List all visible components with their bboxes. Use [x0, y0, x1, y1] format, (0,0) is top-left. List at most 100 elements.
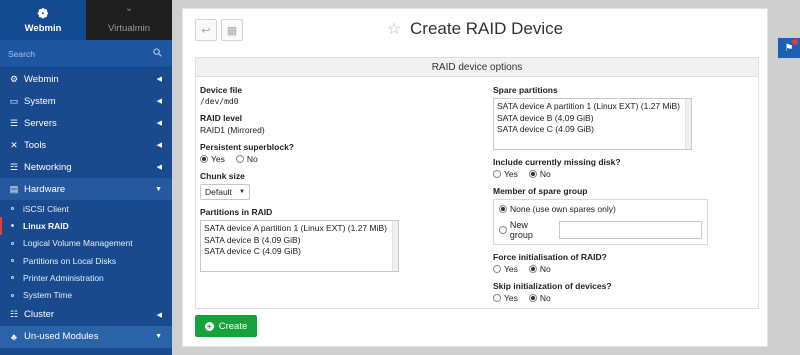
partition-option[interactable]: SATA device C (4.09 GiB)	[204, 246, 395, 258]
skip-init-label: Skip initialization of devices?	[493, 281, 612, 291]
puzzle-icon: ♣	[11, 331, 17, 342]
submenu-item-label: Logical Volume Management	[23, 238, 133, 249]
chevron-left-icon: ◀	[156, 76, 162, 83]
chevron-left-icon: ◀	[156, 98, 162, 105]
caret-down-icon: ▼	[239, 189, 245, 195]
sidebar-item-webmin[interactable]: ⚙ Webmin ◀	[0, 68, 172, 90]
skip-yes-label: Yes	[504, 293, 518, 303]
cluster-icon: ☷	[9, 309, 19, 320]
listbox-scrollbar[interactable]	[685, 99, 691, 149]
bullet-icon	[11, 293, 14, 297]
group-new-label: New group	[509, 220, 533, 240]
sidebar: ❁ Webmin ˇ Virtualmin Search ⚙ Webmin ◀ …	[0, 0, 172, 355]
device-file-value: /dev/md0	[200, 97, 239, 106]
form-left-column: Device file /dev/md0 RAID level RAID1 (M…	[200, 85, 490, 279]
submenu-item-system-time[interactable]: System Time	[0, 286, 172, 303]
search-input[interactable]: Search	[8, 49, 35, 59]
spare-option[interactable]: SATA device B (4.09 GiB)	[497, 113, 688, 125]
virtualmin-tab[interactable]: ˇ Virtualmin	[86, 0, 172, 40]
partitions-field: Partitions in RAID SATA device A partiti…	[200, 207, 490, 272]
spare-option[interactable]: SATA device A partition 1 (Linux EXT) (1…	[497, 101, 688, 113]
sidebar-item-system[interactable]: ▭ System ◀	[0, 90, 172, 112]
spare-partitions-field: Spare partitions SATA device A partition…	[493, 85, 753, 150]
search-icon[interactable]	[153, 48, 162, 59]
device-file-field: Device file /dev/md0	[200, 85, 490, 106]
submenu-item-label: iSCSI Client	[23, 203, 69, 214]
sidebar-item-unused-modules[interactable]: ♣ Un-used Modules ▼	[0, 325, 172, 348]
page-title-text: Create RAID Device	[410, 19, 564, 38]
spare-group-box: None (use own spares only) New group	[493, 199, 708, 245]
submenu-item-printer-admin[interactable]: Printer Administration	[0, 269, 172, 286]
sidebar-item-label: Webmin	[24, 73, 59, 85]
notifications-button[interactable]: ⚑	[778, 38, 800, 58]
missing-yes-radio[interactable]	[493, 170, 501, 178]
group-none-radio[interactable]	[499, 205, 507, 213]
spare-partitions-listbox[interactable]: SATA device A partition 1 (Linux EXT) (1…	[493, 98, 692, 150]
superblock-radio-group: Yes No	[200, 154, 490, 164]
sidebar-item-label: Servers	[24, 117, 57, 129]
main-area: ↩ ▦ ☆ Create RAID Device RAID device opt…	[172, 0, 800, 355]
partition-option[interactable]: SATA device A partition 1 (Linux EXT) (1…	[204, 223, 395, 235]
chevron-down-icon: ▼	[155, 185, 162, 193]
partitions-listbox[interactable]: SATA device A partition 1 (Linux EXT) (1…	[200, 220, 399, 272]
missing-no-radio[interactable]	[528, 170, 537, 178]
sidebar-item-label: Tools	[24, 139, 47, 151]
raid-level-label: RAID level	[200, 113, 243, 123]
submenu-item-partitions[interactable]: Partitions on Local Disks	[0, 252, 172, 269]
submenu-item-linux-raid[interactable]: Linux RAID	[0, 217, 172, 235]
spare-option[interactable]: SATA device C (4.09 GiB)	[497, 124, 688, 136]
submenu-item-lvm[interactable]: Logical Volume Management	[0, 235, 172, 252]
missing-disk-radio-group: Yes No	[493, 169, 753, 179]
form-section-title: RAID device options	[196, 58, 758, 77]
force-yes-radio[interactable]	[493, 265, 501, 273]
webmin-tab[interactable]: ❁ Webmin	[0, 0, 86, 40]
missing-disk-label: Include currently missing disk?	[493, 157, 621, 167]
skip-yes-radio[interactable]	[493, 294, 501, 302]
submenu-item-iscsi-client[interactable]: iSCSI Client	[0, 200, 172, 217]
star-icon[interactable]: ☆	[387, 21, 401, 38]
partition-option[interactable]: SATA device B (4.09 GiB)	[204, 235, 395, 247]
raid-options-form: RAID device options Device file /dev/md0…	[195, 57, 759, 309]
spare-group-field: Member of spare group None (use own spar…	[493, 186, 753, 245]
webmin-tab-label: Webmin	[24, 22, 62, 34]
skip-no-radio[interactable]	[528, 294, 537, 302]
sidebar-item-hardware[interactable]: ▤ Hardware ▼	[0, 178, 172, 200]
create-button[interactable]: + Create	[195, 315, 257, 337]
chunk-size-field: Chunk size Default ▼	[200, 171, 490, 200]
missing-yes-label: Yes	[504, 169, 518, 179]
device-file-label: Device file	[200, 85, 243, 95]
force-yes-label: Yes	[504, 264, 518, 274]
network-icon: ☲	[9, 161, 19, 172]
sidebar-item-networking[interactable]: ☲ Networking ◀	[0, 156, 172, 178]
virtualmin-logo-icon: ˇ	[126, 5, 132, 21]
force-init-radio-group: Yes No	[493, 264, 753, 274]
sidebar-item-tools[interactable]: ✕ Tools ◀	[0, 134, 172, 156]
superblock-yes-radio[interactable]	[200, 155, 208, 163]
content-panel: ↩ ▦ ☆ Create RAID Device RAID device opt…	[182, 8, 768, 347]
superblock-yes-label: Yes	[211, 154, 225, 164]
new-group-input[interactable]	[558, 221, 702, 239]
spare-group-none-row: None (use own spares only)	[499, 204, 702, 214]
skip-init-field: Skip initialization of devices? Yes No	[493, 281, 753, 303]
superblock-no-radio[interactable]	[235, 155, 244, 163]
bullet-icon	[11, 241, 14, 245]
submenu-item-label: Printer Administration	[23, 272, 104, 283]
sidebar-nav: ⚙ Webmin ◀ ▭ System ◀ ☰ Servers ◀ ✕ Tool…	[0, 68, 172, 200]
sidebar-search[interactable]: Search	[0, 40, 172, 68]
bullet-icon	[11, 207, 14, 211]
tools-icon: ✕	[10, 139, 18, 150]
sidebar-item-label: Un-used Modules	[24, 331, 99, 343]
sidebar-item-cluster[interactable]: ☷ Cluster ◀	[0, 304, 172, 326]
chevron-down-icon: ▼	[155, 333, 162, 341]
chunk-size-value: Default	[205, 187, 232, 197]
harddrive-icon: ▤	[9, 183, 19, 194]
listbox-scrollbar[interactable]	[392, 221, 398, 271]
group-none-label: None (use own spares only)	[510, 204, 616, 214]
chunk-size-select[interactable]: Default ▼	[200, 184, 250, 200]
force-no-radio[interactable]	[528, 265, 537, 273]
sidebar-item-servers[interactable]: ☰ Servers ◀	[0, 112, 172, 134]
missing-no-label: No	[539, 169, 551, 179]
force-no-label: No	[539, 264, 551, 274]
raid-level-value: RAID1 (Mirrored)	[200, 125, 265, 135]
group-new-radio[interactable]	[499, 226, 507, 234]
